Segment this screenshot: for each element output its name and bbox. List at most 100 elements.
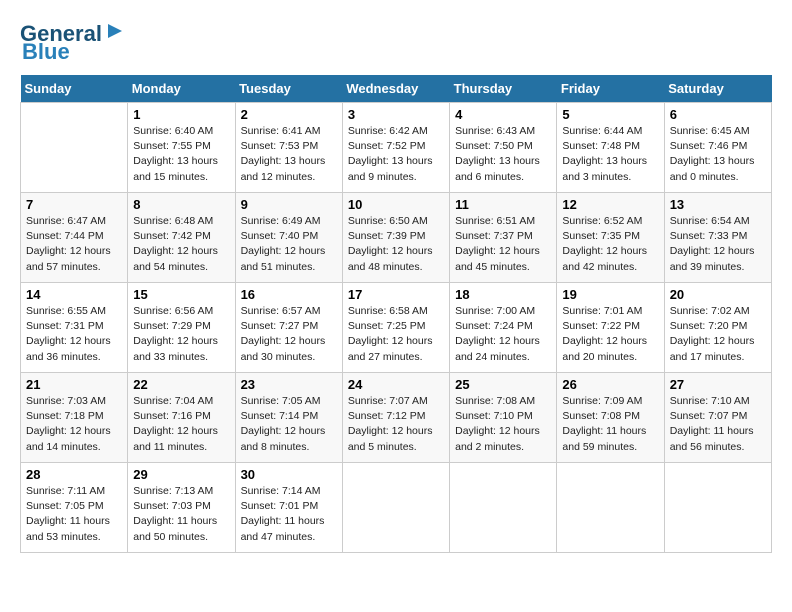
calendar-cell: 20 Sunrise: 7:02 AM Sunset: 7:20 PM Dayli… xyxy=(664,283,771,373)
calendar-cell: 15Sunrise: 6:56 AM Sunset: 7:29 PM Dayli… xyxy=(128,283,235,373)
day-number: 7 xyxy=(26,197,122,212)
calendar-cell: 1Sunrise: 6:40 AM Sunset: 7:55 PM Daylig… xyxy=(128,103,235,193)
calendar-cell: 22 Sunrise: 7:04 AM Sunset: 7:16 PM Dayli… xyxy=(128,373,235,463)
day-info: Sunrise: 7:13 AM Sunset: 7:03 PM Dayligh… xyxy=(133,484,229,545)
calendar-cell: 29 Sunrise: 7:13 AM Sunset: 7:03 PM Dayli… xyxy=(128,463,235,553)
calendar-cell xyxy=(342,463,449,553)
day-info: Sunrise: 7:00 AM Sunset: 7:24 PM Dayligh… xyxy=(455,304,551,365)
day-info: Sunrise: 7:10 AM Sunset: 7:07 PM Dayligh… xyxy=(670,394,766,455)
day-number: 27 xyxy=(670,377,766,392)
day-info: Sunrise: 6:48 AM Sunset: 7:42 PM Dayligh… xyxy=(133,214,229,275)
calendar-cell xyxy=(557,463,664,553)
calendar-cell: 7 Sunrise: 6:47 AM Sunset: 7:44 PM Daylig… xyxy=(21,193,128,283)
calendar-cell: 25Sunrise: 7:08 AM Sunset: 7:10 PM Dayli… xyxy=(450,373,557,463)
day-number: 24 xyxy=(348,377,444,392)
calendar-cell: 3 Sunrise: 6:42 AM Sunset: 7:52 PM Daylig… xyxy=(342,103,449,193)
calendar-table: SundayMondayTuesdayWednesdayThursdayFrid… xyxy=(20,75,772,553)
day-number: 20 xyxy=(670,287,766,302)
header-thursday: Thursday xyxy=(450,75,557,103)
day-number: 14 xyxy=(26,287,122,302)
day-number: 26 xyxy=(562,377,658,392)
day-number: 8 xyxy=(133,197,229,212)
calendar-cell: 26 Sunrise: 7:09 AM Sunset: 7:08 PM Dayli… xyxy=(557,373,664,463)
logo-arrow-icon xyxy=(104,20,126,42)
day-number: 28 xyxy=(26,467,122,482)
header-saturday: Saturday xyxy=(664,75,771,103)
day-number: 29 xyxy=(133,467,229,482)
day-number: 10 xyxy=(348,197,444,212)
calendar-cell: 11 Sunrise: 6:51 AM Sunset: 7:37 PM Dayli… xyxy=(450,193,557,283)
calendar-cell: 17 Sunrise: 6:58 AM Sunset: 7:25 PM Dayli… xyxy=(342,283,449,373)
day-info: Sunrise: 7:02 AM Sunset: 7:20 PM Dayligh… xyxy=(670,304,766,365)
day-number: 4 xyxy=(455,107,551,122)
calendar-cell: 19 Sunrise: 7:01 AM Sunset: 7:22 PM Dayli… xyxy=(557,283,664,373)
day-number: 18 xyxy=(455,287,551,302)
header-friday: Friday xyxy=(557,75,664,103)
calendar-cell: 14 Sunrise: 6:55 AM Sunset: 7:31 PM Dayli… xyxy=(21,283,128,373)
calendar-cell xyxy=(21,103,128,193)
day-info: Sunrise: 7:04 AM Sunset: 7:16 PM Dayligh… xyxy=(133,394,229,455)
day-info: Sunrise: 6:52 AM Sunset: 7:35 PM Dayligh… xyxy=(562,214,658,275)
day-info: Sunrise: 6:49 AM Sunset: 7:40 PM Dayligh… xyxy=(241,214,337,275)
day-info: Sunrise: 7:09 AM Sunset: 7:08 PM Dayligh… xyxy=(562,394,658,455)
day-info: Sunrise: 7:05 AM Sunset: 7:14 PM Dayligh… xyxy=(241,394,337,455)
calendar-cell: 8 Sunrise: 6:48 AM Sunset: 7:42 PM Daylig… xyxy=(128,193,235,283)
day-info: Sunrise: 6:45 AM Sunset: 7:46 PM Dayligh… xyxy=(670,124,766,185)
day-info: Sunrise: 6:51 AM Sunset: 7:37 PM Dayligh… xyxy=(455,214,551,275)
day-info: Sunrise: 6:57 AM Sunset: 7:27 PM Dayligh… xyxy=(241,304,337,365)
day-number: 30 xyxy=(241,467,337,482)
calendar-cell xyxy=(450,463,557,553)
calendar-cell: 5Sunrise: 6:44 AM Sunset: 7:48 PM Daylig… xyxy=(557,103,664,193)
day-number: 21 xyxy=(26,377,122,392)
day-info: Sunrise: 7:11 AM Sunset: 7:05 PM Dayligh… xyxy=(26,484,122,545)
day-info: Sunrise: 6:56 AM Sunset: 7:29 PM Dayligh… xyxy=(133,304,229,365)
calendar-cell: 13 Sunrise: 6:54 AM Sunset: 7:33 PM Dayli… xyxy=(664,193,771,283)
day-number: 19 xyxy=(562,287,658,302)
calendar-cell: 21Sunrise: 7:03 AM Sunset: 7:18 PM Dayli… xyxy=(21,373,128,463)
day-number: 2 xyxy=(241,107,337,122)
header-sunday: Sunday xyxy=(21,75,128,103)
calendar-cell: 4 Sunrise: 6:43 AM Sunset: 7:50 PM Daylig… xyxy=(450,103,557,193)
calendar-cell: 16 Sunrise: 6:57 AM Sunset: 7:27 PM Dayli… xyxy=(235,283,342,373)
day-info: Sunrise: 7:07 AM Sunset: 7:12 PM Dayligh… xyxy=(348,394,444,455)
page-header: General Blue xyxy=(20,20,772,65)
calendar-week-row: 7 Sunrise: 6:47 AM Sunset: 7:44 PM Daylig… xyxy=(21,193,772,283)
calendar-cell: 12Sunrise: 6:52 AM Sunset: 7:35 PM Dayli… xyxy=(557,193,664,283)
calendar-cell: 9 Sunrise: 6:49 AM Sunset: 7:40 PM Daylig… xyxy=(235,193,342,283)
day-info: Sunrise: 6:47 AM Sunset: 7:44 PM Dayligh… xyxy=(26,214,122,275)
day-info: Sunrise: 6:54 AM Sunset: 7:33 PM Dayligh… xyxy=(670,214,766,275)
calendar-cell: 28 Sunrise: 7:11 AM Sunset: 7:05 PM Dayli… xyxy=(21,463,128,553)
day-number: 16 xyxy=(241,287,337,302)
day-number: 9 xyxy=(241,197,337,212)
day-number: 3 xyxy=(348,107,444,122)
day-info: Sunrise: 7:14 AM Sunset: 7:01 PM Dayligh… xyxy=(241,484,337,545)
day-number: 13 xyxy=(670,197,766,212)
day-info: Sunrise: 6:43 AM Sunset: 7:50 PM Dayligh… xyxy=(455,124,551,185)
day-info: Sunrise: 6:42 AM Sunset: 7:52 PM Dayligh… xyxy=(348,124,444,185)
calendar-cell: 23Sunrise: 7:05 AM Sunset: 7:14 PM Dayli… xyxy=(235,373,342,463)
logo-blue: Blue xyxy=(22,39,70,65)
calendar-header-row: SundayMondayTuesdayWednesdayThursdayFrid… xyxy=(21,75,772,103)
day-info: Sunrise: 6:44 AM Sunset: 7:48 PM Dayligh… xyxy=(562,124,658,185)
calendar-cell: 24 Sunrise: 7:07 AM Sunset: 7:12 PM Dayli… xyxy=(342,373,449,463)
calendar-cell: 2 Sunrise: 6:41 AM Sunset: 7:53 PM Daylig… xyxy=(235,103,342,193)
day-info: Sunrise: 6:41 AM Sunset: 7:53 PM Dayligh… xyxy=(241,124,337,185)
calendar-cell: 27 Sunrise: 7:10 AM Sunset: 7:07 PM Dayli… xyxy=(664,373,771,463)
day-number: 17 xyxy=(348,287,444,302)
day-info: Sunrise: 7:08 AM Sunset: 7:10 PM Dayligh… xyxy=(455,394,551,455)
calendar-cell: 10 Sunrise: 6:50 AM Sunset: 7:39 PM Dayli… xyxy=(342,193,449,283)
calendar-week-row: 1Sunrise: 6:40 AM Sunset: 7:55 PM Daylig… xyxy=(21,103,772,193)
day-info: Sunrise: 7:01 AM Sunset: 7:22 PM Dayligh… xyxy=(562,304,658,365)
day-number: 6 xyxy=(670,107,766,122)
day-info: Sunrise: 6:58 AM Sunset: 7:25 PM Dayligh… xyxy=(348,304,444,365)
day-info: Sunrise: 6:55 AM Sunset: 7:31 PM Dayligh… xyxy=(26,304,122,365)
day-info: Sunrise: 6:50 AM Sunset: 7:39 PM Dayligh… xyxy=(348,214,444,275)
calendar-week-row: 14 Sunrise: 6:55 AM Sunset: 7:31 PM Dayli… xyxy=(21,283,772,373)
day-number: 11 xyxy=(455,197,551,212)
calendar-cell: 18 Sunrise: 7:00 AM Sunset: 7:24 PM Dayli… xyxy=(450,283,557,373)
calendar-cell: 30 Sunrise: 7:14 AM Sunset: 7:01 PM Dayli… xyxy=(235,463,342,553)
day-info: Sunrise: 6:40 AM Sunset: 7:55 PM Dayligh… xyxy=(133,124,229,185)
logo: General Blue xyxy=(20,20,126,65)
calendar-week-row: 28 Sunrise: 7:11 AM Sunset: 7:05 PM Dayli… xyxy=(21,463,772,553)
day-number: 22 xyxy=(133,377,229,392)
